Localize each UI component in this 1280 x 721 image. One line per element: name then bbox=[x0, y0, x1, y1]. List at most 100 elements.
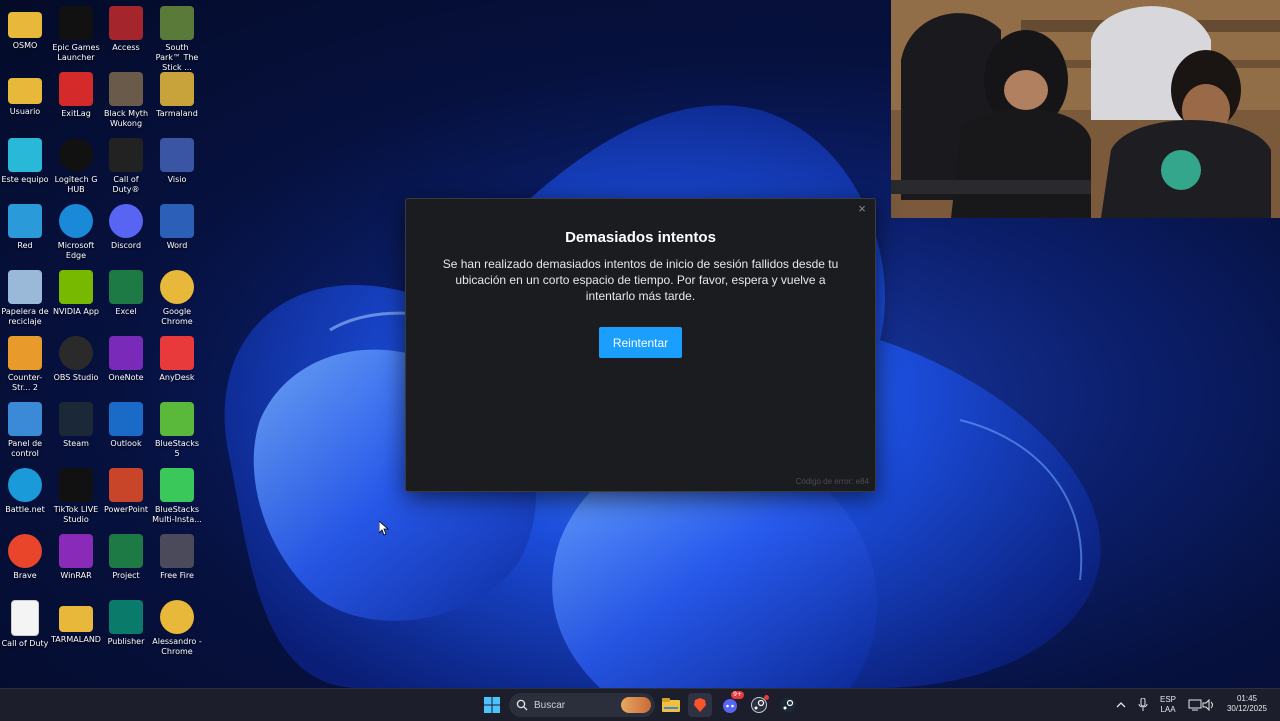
desktop-icon-bluestacks-multi[interactable]: BlueStacks Multi-Insta... bbox=[152, 464, 202, 525]
chrome-profile-icon bbox=[160, 600, 194, 634]
desktop-icon-bluestacks[interactable]: BlueStacks 5 bbox=[152, 398, 202, 459]
desktop-icon-battlenet[interactable]: Battle.net bbox=[0, 464, 50, 515]
desktop-icon-powerpoint[interactable]: PowerPoint bbox=[101, 464, 151, 515]
logitech-icon bbox=[59, 138, 93, 172]
desktop-icon-free-fire[interactable]: Free Fire bbox=[152, 530, 202, 581]
show-hidden-icons-button[interactable] bbox=[1109, 693, 1133, 717]
desktop-icon-folder[interactable]: TARMALAND bbox=[51, 596, 101, 645]
desktop-icon-chrome-profile[interactable]: Alessandro - Chrome bbox=[152, 596, 202, 657]
volume-button[interactable] bbox=[1197, 693, 1221, 717]
desktop-icon-folder[interactable]: OSMO bbox=[0, 2, 50, 51]
powerpoint-icon bbox=[109, 468, 143, 502]
file-explorer-taskbar-button[interactable] bbox=[659, 693, 683, 717]
word-icon bbox=[160, 204, 194, 238]
desktop-icon-label: BlueStacks Multi-Insta... bbox=[152, 505, 202, 524]
webcam-video-frame bbox=[891, 0, 1280, 218]
desktop-icon-label: Epic Games Launcher bbox=[52, 43, 100, 62]
desktop-icon-label: Discord bbox=[110, 241, 142, 250]
desktop-icon-label: BlueStacks 5 bbox=[154, 439, 200, 458]
desktop-icon-logitech[interactable]: Logitech G HUB bbox=[51, 134, 101, 195]
steam-taskbar-button-1[interactable] bbox=[747, 693, 771, 717]
desktop-icon-anydesk[interactable]: AnyDesk bbox=[152, 332, 202, 383]
folder-icon bbox=[8, 78, 42, 104]
desktop-icon-label: OneNote bbox=[108, 373, 144, 382]
desktop-icon-label: Papelera de reciclaje bbox=[1, 307, 49, 326]
network-icon bbox=[8, 204, 42, 238]
desktop-icon-steam[interactable]: Steam bbox=[51, 398, 101, 449]
clock[interactable]: 01:45 30/12/2025 bbox=[1224, 694, 1270, 714]
desktop-icon-discord[interactable]: Discord bbox=[101, 200, 151, 251]
webcam-overlay bbox=[891, 0, 1280, 218]
desktop-icon-recycle-bin[interactable]: Papelera de reciclaje bbox=[0, 266, 50, 327]
steam-icon bbox=[59, 402, 93, 436]
desktop-icon-excel[interactable]: Excel bbox=[101, 266, 151, 317]
onenote-icon bbox=[109, 336, 143, 370]
desktop-icon-label: Usuario bbox=[9, 107, 41, 116]
desktop-icon-visio[interactable]: Visio bbox=[152, 134, 202, 185]
keyboard-layout: LAA bbox=[1160, 705, 1176, 714]
nvidia-icon bbox=[59, 270, 93, 304]
search-highlight-icon bbox=[621, 697, 651, 713]
desktop-icon-label: OBS Studio bbox=[53, 373, 99, 382]
desktop-icon-edge[interactable]: Microsoft Edge bbox=[51, 200, 101, 261]
epic-games-icon bbox=[59, 6, 93, 40]
visio-icon bbox=[160, 138, 194, 172]
steam-icon bbox=[780, 697, 796, 713]
publisher-icon bbox=[109, 600, 143, 634]
microphone-button[interactable] bbox=[1131, 693, 1155, 717]
desktop-icon-counter-strike[interactable]: Counter-Str... 2 bbox=[0, 332, 50, 393]
desktop-icon-call-of-duty[interactable]: Call of Duty® bbox=[101, 134, 151, 195]
brave-icon bbox=[694, 698, 706, 712]
control-panel-icon bbox=[8, 402, 42, 436]
desktop-icon-south-park[interactable]: South Park™ The Stick ... bbox=[152, 2, 202, 73]
desktop-icon-outlook[interactable]: Outlook bbox=[101, 398, 151, 449]
desktop-icon-label: Microsoft Edge bbox=[57, 241, 95, 260]
winrar-icon bbox=[59, 534, 93, 568]
folder-icon bbox=[8, 12, 42, 38]
input-language[interactable]: ESP LAA bbox=[1155, 695, 1181, 715]
desktop-icon-project[interactable]: Project bbox=[101, 530, 151, 581]
dialog-message: Se han realizado demasiados intentos de … bbox=[442, 257, 839, 303]
desktop-icon-obs[interactable]: OBS Studio bbox=[51, 332, 101, 383]
language-code: ESP bbox=[1159, 695, 1176, 704]
too-many-attempts-dialog: × Demasiados intentos Se han realizado d… bbox=[405, 198, 876, 492]
discord-icon bbox=[109, 204, 143, 238]
desktop-icon-label: Publisher bbox=[107, 637, 145, 646]
desktop-icon-black-myth[interactable]: Black Myth Wukong bbox=[101, 68, 151, 129]
retry-button[interactable]: Reintentar bbox=[599, 327, 682, 358]
discord-taskbar-button[interactable]: 9+ bbox=[718, 691, 744, 717]
chrome-icon bbox=[160, 270, 194, 304]
desktop-icon-network[interactable]: Red bbox=[0, 200, 50, 251]
desktop-icon-label: Counter-Str... 2 bbox=[7, 373, 43, 392]
desktop-icon-word[interactable]: Word bbox=[152, 200, 202, 251]
desktop-icon-folder[interactable]: Usuario bbox=[0, 68, 50, 117]
desktop-icon-access[interactable]: Access bbox=[101, 2, 151, 53]
recycle-bin-icon bbox=[8, 270, 42, 304]
desktop-icon-epic-games[interactable]: Epic Games Launcher bbox=[51, 2, 101, 63]
desktop-icon-winrar[interactable]: WinRAR bbox=[51, 530, 101, 581]
excel-icon bbox=[109, 270, 143, 304]
monitor-icon bbox=[8, 138, 42, 172]
clock-date: 30/12/2025 bbox=[1226, 704, 1268, 713]
desktop-icon-brave[interactable]: Brave bbox=[0, 530, 50, 581]
desktop-icon-chrome[interactable]: Google Chrome bbox=[152, 266, 202, 327]
desktop-icon-nvidia[interactable]: NVIDIA App bbox=[51, 266, 101, 317]
notification-dot bbox=[764, 695, 769, 700]
desktop-icon-document[interactable]: Call of Duty bbox=[0, 596, 50, 649]
desktop-icon-onenote[interactable]: OneNote bbox=[101, 332, 151, 383]
taskbar-search-box[interactable]: Buscar bbox=[509, 693, 655, 717]
steam-taskbar-button-2[interactable] bbox=[776, 693, 800, 717]
desktop-icon-control-panel[interactable]: Panel de control bbox=[0, 398, 50, 459]
brave-taskbar-button[interactable] bbox=[688, 693, 712, 717]
desktop-icon-tiktok[interactable]: TikTok LIVE Studio bbox=[51, 464, 101, 525]
close-icon[interactable]: × bbox=[855, 202, 869, 216]
desktop-icon-label: Este equipo bbox=[1, 175, 49, 184]
desktop-icon-publisher[interactable]: Publisher bbox=[101, 596, 151, 647]
desktop-icon-label: Excel bbox=[115, 307, 137, 316]
desktop-icon-tarmaland[interactable]: Tarmaland bbox=[152, 68, 202, 119]
desktop-icon-label: ExitLag bbox=[61, 109, 91, 118]
desktop-icon-exitlag[interactable]: ExitLag bbox=[51, 68, 101, 119]
project-icon bbox=[109, 534, 143, 568]
desktop-icon-monitor[interactable]: Este equipo bbox=[0, 134, 50, 185]
start-button[interactable] bbox=[480, 693, 504, 717]
